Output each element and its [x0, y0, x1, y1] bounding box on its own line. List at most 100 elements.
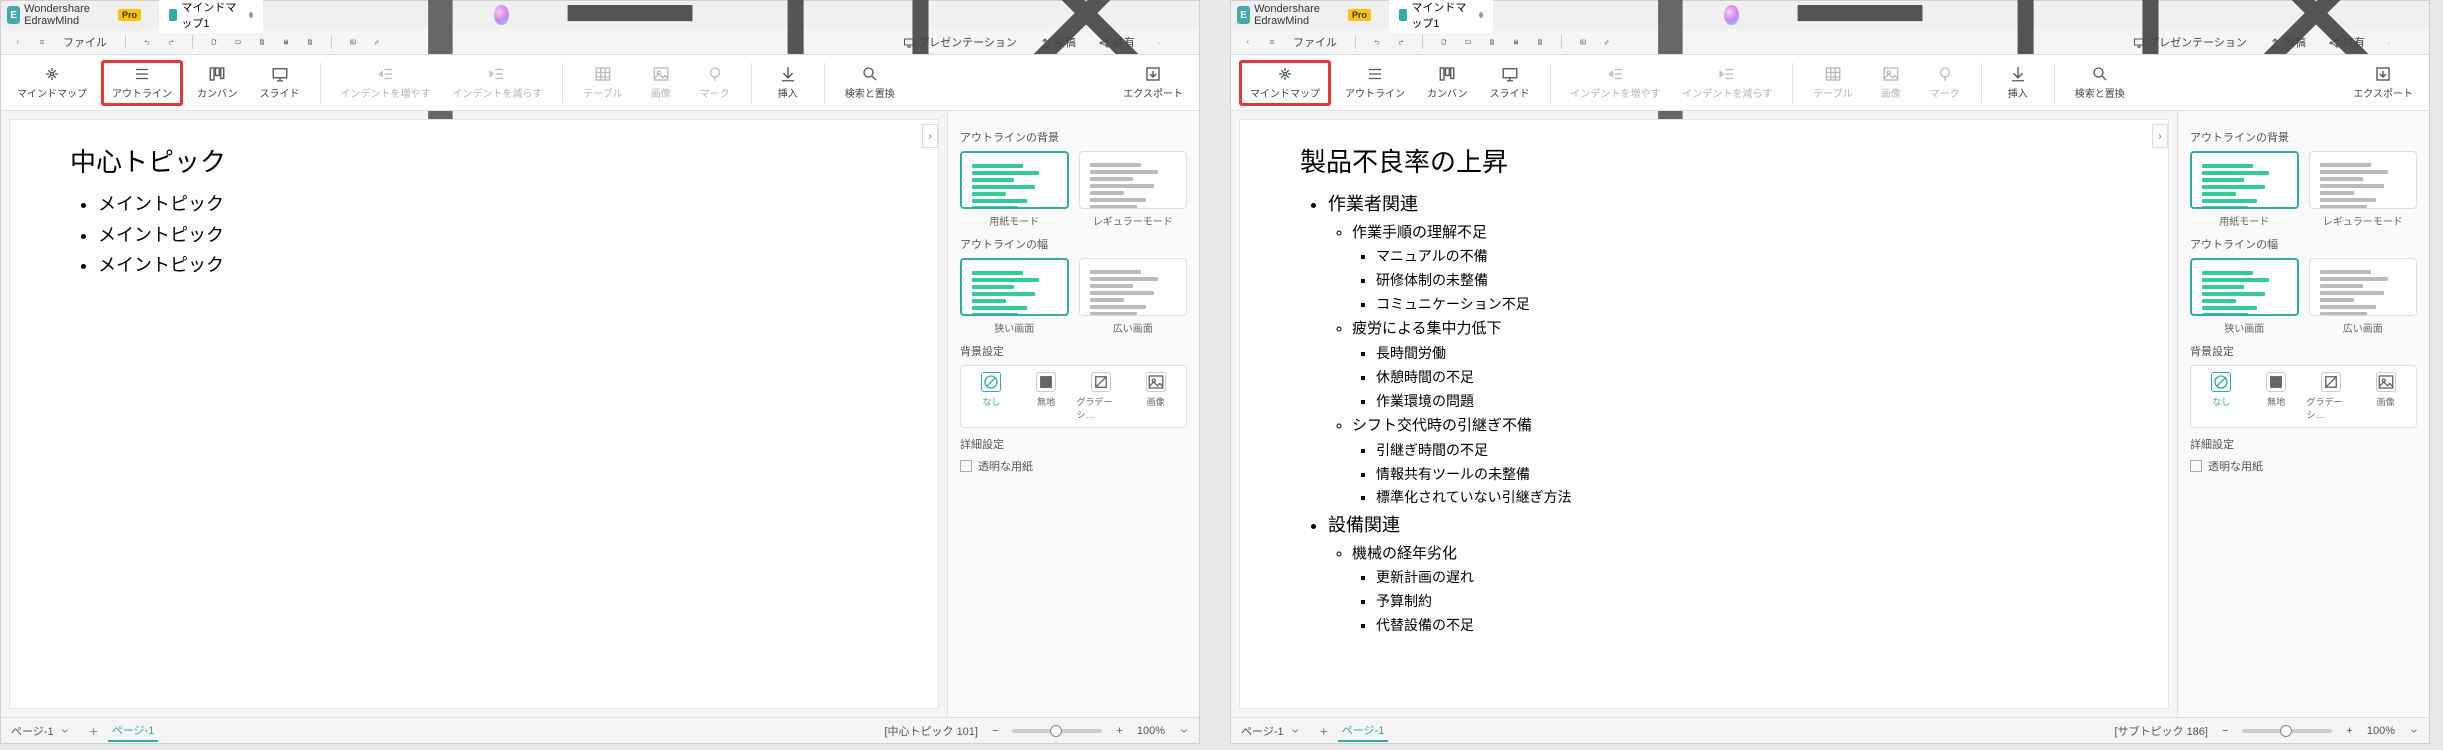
bg-image[interactable]: 画像: [1131, 372, 1180, 421]
share-button[interactable]: 共有: [2324, 32, 2369, 52]
list-item[interactable]: 予算制約: [1376, 590, 2108, 614]
zoom-slider[interactable]: [2242, 729, 2332, 733]
bg-none[interactable]: なし: [2197, 372, 2246, 421]
insert-button[interactable]: 挿入: [1994, 60, 2042, 106]
list-item[interactable]: 疲労による集中力低下長時間労働休憩時間の不足作業環境の問題: [1352, 316, 2108, 413]
kanban-button[interactable]: カンバン: [189, 60, 246, 106]
list-item[interactable]: メイントピック: [98, 189, 878, 220]
print-button[interactable]: [1509, 35, 1523, 49]
list-item[interactable]: 作業環境の問題: [1376, 390, 2108, 414]
open-button[interactable]: [1461, 35, 1475, 49]
list-item[interactable]: 長時間労働: [1376, 342, 2108, 366]
slide-button[interactable]: スライド: [252, 60, 308, 106]
open-button[interactable]: [231, 35, 245, 49]
edit-button[interactable]: [1600, 35, 1614, 49]
outline-button[interactable]: アウトライン: [1337, 60, 1413, 106]
list-item[interactable]: 情報共有ツールの未整備: [1376, 463, 2108, 487]
export-button[interactable]: エクスポート: [2345, 60, 2421, 106]
bg-none[interactable]: なし: [967, 372, 1016, 421]
dropdown-icon[interactable]: [394, 37, 404, 47]
list-item[interactable]: 研修体制の未整備: [1376, 269, 2108, 293]
bg-solid[interactable]: 無地: [1022, 372, 1071, 421]
redo-button[interactable]: [1394, 35, 1408, 49]
outline-button[interactable]: アウトライン: [101, 60, 183, 106]
list-item[interactable]: メイントピック: [98, 250, 878, 281]
post-button[interactable]: 投稿: [2265, 32, 2310, 52]
file-menu[interactable]: ファイル: [59, 32, 111, 52]
share-button[interactable]: 共有: [1094, 32, 1139, 52]
mindmap-button[interactable]: マインドマップ: [9, 60, 95, 106]
list-item[interactable]: マニュアルの不備: [1376, 245, 2108, 269]
transparent-checkbox[interactable]: 透明な用紙: [960, 458, 1187, 474]
add-page-button[interactable]: +: [1320, 723, 1328, 739]
list-item[interactable]: コミュニケーション不足: [1376, 293, 2108, 317]
presentation-button[interactable]: プレゼンテーション: [2129, 32, 2251, 52]
insert-button[interactable]: 挿入: [764, 60, 812, 106]
saveas-button[interactable]: [303, 35, 317, 49]
export-button[interactable]: エクスポート: [1115, 60, 1191, 106]
image-button[interactable]: [1576, 35, 1590, 49]
regular-mode-option[interactable]: レギュラーモード: [1079, 151, 1188, 228]
file-menu[interactable]: ファイル: [1289, 32, 1341, 52]
presentation-button[interactable]: プレゼンテーション: [899, 32, 1021, 52]
list-item[interactable]: 代替設備の不足: [1376, 614, 2108, 638]
narrow-option[interactable]: 狭い画面: [2190, 258, 2299, 335]
page-selector[interactable]: ページ-1: [11, 723, 70, 739]
canvas[interactable]: › 製品不良率の上昇作業者関連作業手順の理解不足マニュアルの不備研修体制の未整備…: [1239, 119, 2169, 709]
redo-button[interactable]: [164, 35, 178, 49]
list-item[interactable]: 休憩時間の不足: [1376, 366, 2108, 390]
kanban-button[interactable]: カンバン: [1419, 60, 1476, 106]
doc-title[interactable]: 中心トピック: [70, 142, 878, 179]
ai-orb-icon[interactable]: [494, 5, 508, 25]
list-item[interactable]: メイントピック: [98, 220, 878, 251]
saveas-button[interactable]: [1533, 35, 1547, 49]
page-selector[interactable]: ページ-1: [1241, 723, 1300, 739]
list-item[interactable]: 設備関連機械の経年劣化更新計画の遅れ予算制約代替設備の不足: [1328, 510, 2108, 637]
add-page-button[interactable]: +: [90, 723, 98, 739]
transparent-checkbox[interactable]: 透明な用紙: [2190, 458, 2417, 474]
undo-button[interactable]: [140, 35, 154, 49]
find-button[interactable]: 検索と置換: [2067, 60, 2133, 106]
back-button[interactable]: [11, 35, 25, 49]
panel-toggle-button[interactable]: ›: [922, 124, 938, 148]
save-button[interactable]: [255, 35, 269, 49]
list-item[interactable]: 標準化されていない引継ぎ方法: [1376, 486, 2108, 510]
zoom-out-button[interactable]: −: [2222, 725, 2228, 737]
collapse-ribbon-icon[interactable]: [2409, 37, 2419, 47]
print-button[interactable]: [279, 35, 293, 49]
zoom-slider[interactable]: [1012, 729, 1102, 733]
canvas[interactable]: › 中心トピック メイントピックメイントピックメイントピック: [9, 119, 939, 709]
post-button[interactable]: 投稿: [1035, 32, 1080, 52]
new-button[interactable]: [207, 35, 221, 49]
back-button[interactable]: [1241, 35, 1255, 49]
zoom-in-button[interactable]: +: [1116, 725, 1122, 737]
list-item[interactable]: 更新計画の遅れ: [1376, 566, 2108, 590]
panel-toggle-button[interactable]: ›: [2152, 124, 2168, 148]
slide-button[interactable]: スライド: [1482, 60, 1538, 106]
menu-button[interactable]: [35, 35, 49, 49]
doc-title[interactable]: 製品不良率の上昇: [1300, 142, 2108, 179]
collapse-ribbon-icon[interactable]: [1179, 37, 1189, 47]
page-tab[interactable]: ページ-1: [108, 720, 159, 742]
list-item[interactable]: 作業手順の理解不足マニュアルの不備研修体制の未整備コミュニケーション不足: [1352, 220, 2108, 317]
ai-orb-icon[interactable]: [1724, 5, 1738, 25]
list-item[interactable]: 作業者関連作業手順の理解不足マニュアルの不備研修体制の未整備コミュニケーション不…: [1328, 189, 2108, 510]
more-button[interactable]: [1153, 36, 1165, 48]
menu-button[interactable]: [1265, 35, 1279, 49]
undo-button[interactable]: [1370, 35, 1384, 49]
more-button[interactable]: [2383, 36, 2395, 48]
find-button[interactable]: 検索と置換: [837, 60, 903, 106]
wide-option[interactable]: 広い画面: [2309, 258, 2418, 335]
zoom-dropdown-icon[interactable]: [2409, 726, 2419, 736]
list-item[interactable]: シフト交代時の引継ぎ不備引継ぎ時間の不足情報共有ツールの未整備標準化されていない…: [1352, 413, 2108, 510]
zoom-dropdown-icon[interactable]: [1179, 726, 1189, 736]
paper-mode-option[interactable]: 用紙モード: [2190, 151, 2299, 228]
edit-button[interactable]: [370, 35, 384, 49]
wide-option[interactable]: 広い画面: [1079, 258, 1188, 335]
paper-mode-option[interactable]: 用紙モード: [960, 151, 1069, 228]
image-button[interactable]: [346, 35, 360, 49]
zoom-out-button[interactable]: −: [992, 725, 998, 737]
bg-gradient[interactable]: グラデーシ…: [1077, 372, 1126, 421]
save-button[interactable]: [1485, 35, 1499, 49]
bg-gradient[interactable]: グラデーシ…: [2307, 372, 2356, 421]
